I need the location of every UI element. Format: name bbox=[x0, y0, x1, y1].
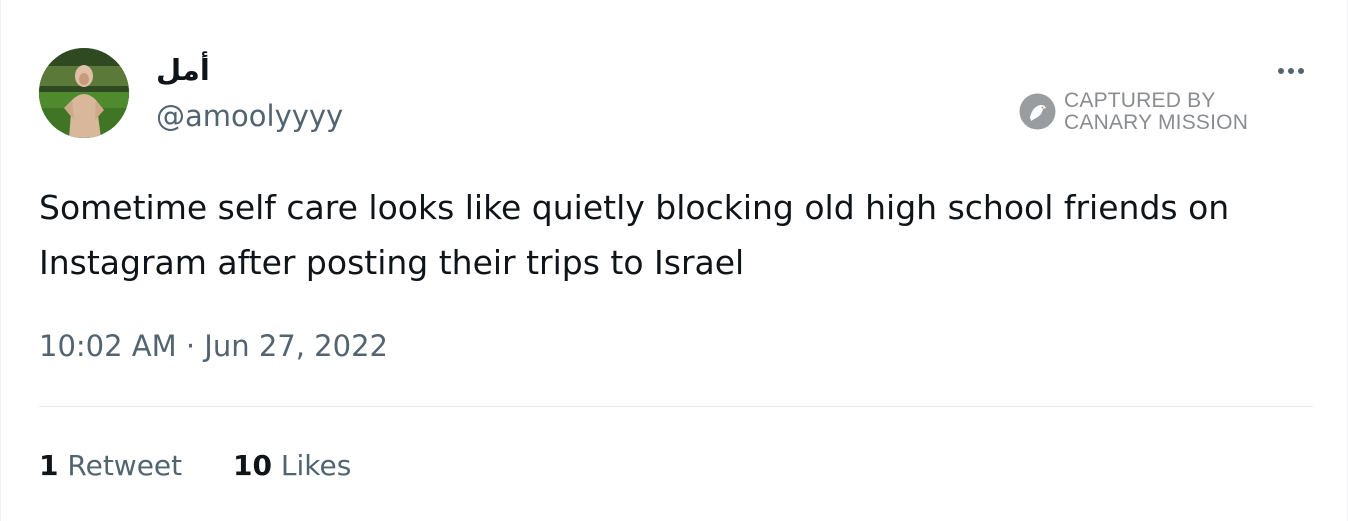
tweet-card: أمل @amoolyyyy CAPTURED BY CANARY MISSIO… bbox=[0, 0, 1348, 521]
divider bbox=[39, 406, 1313, 407]
watermark-line-1: CAPTURED BY bbox=[1064, 89, 1216, 112]
more-options-button[interactable] bbox=[1269, 56, 1313, 86]
more-options-icon bbox=[1278, 68, 1304, 74]
watermark-line-2: CANARY MISSION bbox=[1064, 111, 1249, 134]
avatar-image bbox=[39, 48, 129, 138]
likes-label: Likes bbox=[280, 449, 352, 482]
retweets-stat[interactable]: 1 Retweet bbox=[39, 446, 182, 486]
tweet-text: Sometime self care looks like quietly bl… bbox=[39, 188, 1230, 282]
likes-stat[interactable]: 10 Likes bbox=[233, 446, 351, 486]
tweet-timestamp[interactable]: 10:02 AM · Jun 27, 2022 bbox=[39, 326, 388, 366]
tweet-stats: 1 Retweet 10 Likes bbox=[39, 446, 393, 486]
author-display-name[interactable]: أمل bbox=[156, 52, 210, 88]
likes-count: 10 bbox=[233, 449, 272, 482]
canary-bird-icon bbox=[1019, 93, 1056, 130]
retweets-count: 1 bbox=[39, 449, 59, 482]
avatar[interactable] bbox=[39, 48, 129, 138]
canary-mission-watermark: CAPTURED BY CANARY MISSION bbox=[1019, 90, 1259, 134]
author-handle[interactable]: @amoolyyyy bbox=[156, 98, 343, 134]
retweets-label: Retweet bbox=[67, 449, 183, 482]
